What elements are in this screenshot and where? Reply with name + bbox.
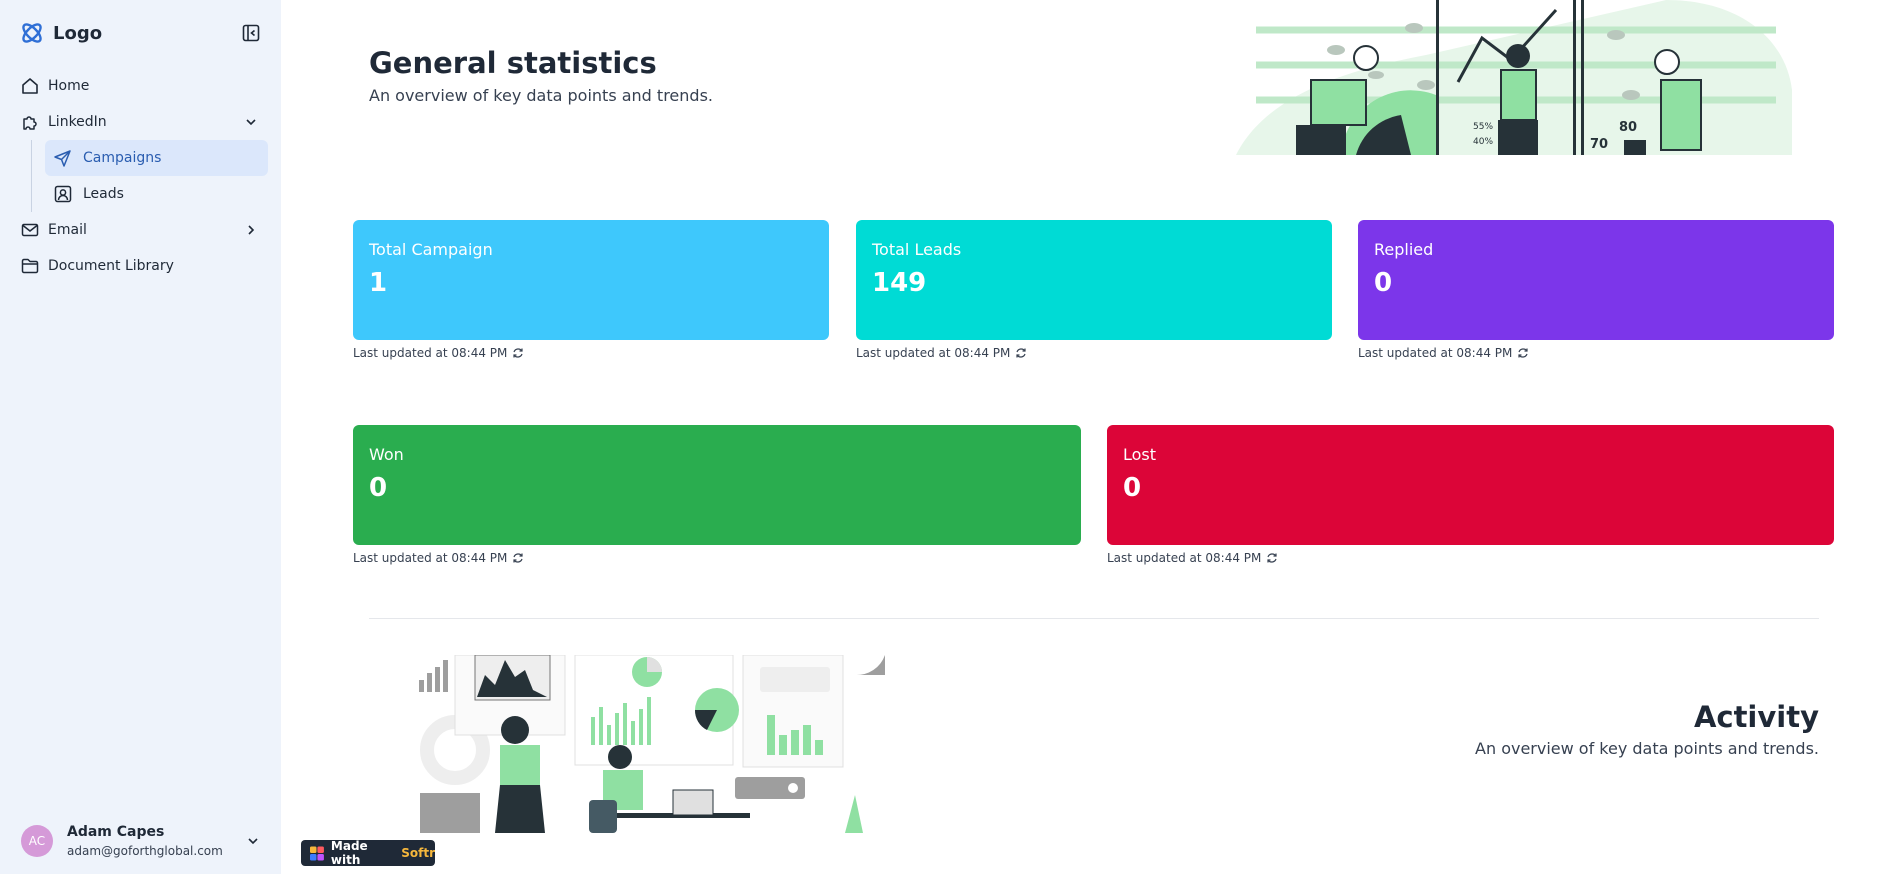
contact-icon [54, 185, 72, 203]
stat-value: 0 [1374, 268, 1393, 298]
stat-card-total-campaign[interactable]: Total Campaign 1 [353, 220, 829, 340]
logo-text: Logo [53, 22, 103, 44]
made-with-softr-badge[interactable]: Made with Softr [301, 839, 435, 867]
activity-title: Activity [1693, 700, 1819, 734]
last-updated: Last updated at 08:44 PM [353, 346, 524, 360]
sidebar-item-leads[interactable]: Leads [45, 176, 268, 212]
stat-value: 0 [1123, 473, 1142, 503]
sidebar-item-label: Home [48, 78, 90, 94]
last-updated: Last updated at 08:44 PM [856, 346, 1027, 360]
illustration-label: 80 [1619, 120, 1637, 135]
stat-label: Replied [1374, 240, 1434, 259]
home-icon [22, 78, 38, 94]
chevron-down-icon [246, 119, 256, 126]
last-updated-text: Last updated at 08:44 PM [353, 551, 508, 565]
stat-card-won[interactable]: Won 0 [353, 425, 1081, 545]
refresh-icon[interactable] [1266, 552, 1278, 564]
sidebar-item-label: Campaigns [83, 150, 162, 166]
badge-brand: Softr [401, 846, 435, 860]
linkedin-subnav: Campaigns Leads [31, 140, 281, 212]
collapse-sidebar-icon[interactable] [241, 23, 261, 43]
sidebar-item-home[interactable]: Home [0, 68, 281, 104]
avatar: AC [21, 825, 53, 857]
stat-label: Lost [1123, 445, 1157, 464]
stat-value: 149 [872, 268, 927, 298]
stat-card-lost[interactable]: Lost 0 [1107, 425, 1834, 545]
section-divider [369, 618, 1819, 619]
chevron-right-icon [248, 225, 255, 235]
refresh-icon[interactable] [1517, 347, 1529, 359]
mail-icon [21, 223, 39, 237]
analytics-illustration [419, 655, 885, 833]
sidebar-item-label: Document Library [48, 258, 174, 274]
user-info: Adam Capes adam@goforthglobal.com [67, 824, 223, 859]
stat-label: Won [369, 445, 404, 464]
sidebar-item-label: LinkedIn [48, 114, 107, 130]
sidebar-nav: Home LinkedIn Campaigns Leads Email Docu… [0, 68, 281, 284]
last-updated-text: Last updated at 08:44 PM [353, 346, 508, 360]
user-name: Adam Capes [67, 823, 165, 840]
stat-label: Total Leads [872, 240, 962, 259]
stat-card-total-leads[interactable]: Total Leads 149 [856, 220, 1332, 340]
last-updated-text: Last updated at 08:44 PM [1358, 346, 1513, 360]
folder-icon [21, 258, 39, 274]
refresh-icon[interactable] [512, 347, 524, 359]
illustration-label: 55% [1473, 122, 1493, 132]
last-updated-text: Last updated at 08:44 PM [1107, 551, 1262, 565]
sidebar: Logo Home LinkedIn Campaigns Leads Email… [0, 0, 281, 874]
activity-subtitle: An overview of key data points and trend… [1475, 739, 1819, 758]
sidebar-item-label: Leads [83, 186, 124, 202]
last-updated: Last updated at 08:44 PM [1107, 551, 1278, 565]
sidebar-item-email[interactable]: Email [0, 212, 281, 248]
stat-card-replied[interactable]: Replied 0 [1358, 220, 1834, 340]
sidebar-item-label: Email [48, 222, 87, 238]
user-menu[interactable]: AC Adam Capes adam@goforthglobal.com [21, 823, 261, 859]
badge-prefix: Made with [330, 839, 368, 867]
stat-value: 0 [369, 473, 388, 503]
refresh-icon[interactable] [1015, 347, 1027, 359]
team-analytics-illustration: 55% 40% 70 80 [1236, 0, 1792, 155]
send-icon [54, 150, 71, 167]
page-title: General statistics [369, 46, 657, 80]
logo[interactable]: Logo [19, 18, 261, 48]
puzzle-icon [23, 116, 37, 130]
refresh-icon[interactable] [512, 552, 524, 564]
sidebar-item-linkedin[interactable]: LinkedIn [0, 104, 281, 140]
illustration-label: 40% [1473, 137, 1493, 147]
sidebar-item-campaigns[interactable]: Campaigns [45, 140, 268, 176]
user-email: adam@goforthglobal.com [67, 843, 223, 858]
softr-logo-icon [310, 846, 324, 860]
stat-label: Total Campaign [369, 240, 493, 259]
sidebar-item-document-library[interactable]: Document Library [0, 248, 281, 284]
page-subtitle: An overview of key data points and trend… [369, 86, 713, 105]
logo-icon [22, 23, 42, 43]
stat-value: 1 [369, 268, 388, 298]
chevron-down-icon[interactable] [245, 833, 261, 849]
last-updated-text: Last updated at 08:44 PM [856, 346, 1011, 360]
last-updated: Last updated at 08:44 PM [353, 551, 524, 565]
illustration-label: 70 [1590, 137, 1608, 152]
last-updated: Last updated at 08:44 PM [1358, 346, 1529, 360]
